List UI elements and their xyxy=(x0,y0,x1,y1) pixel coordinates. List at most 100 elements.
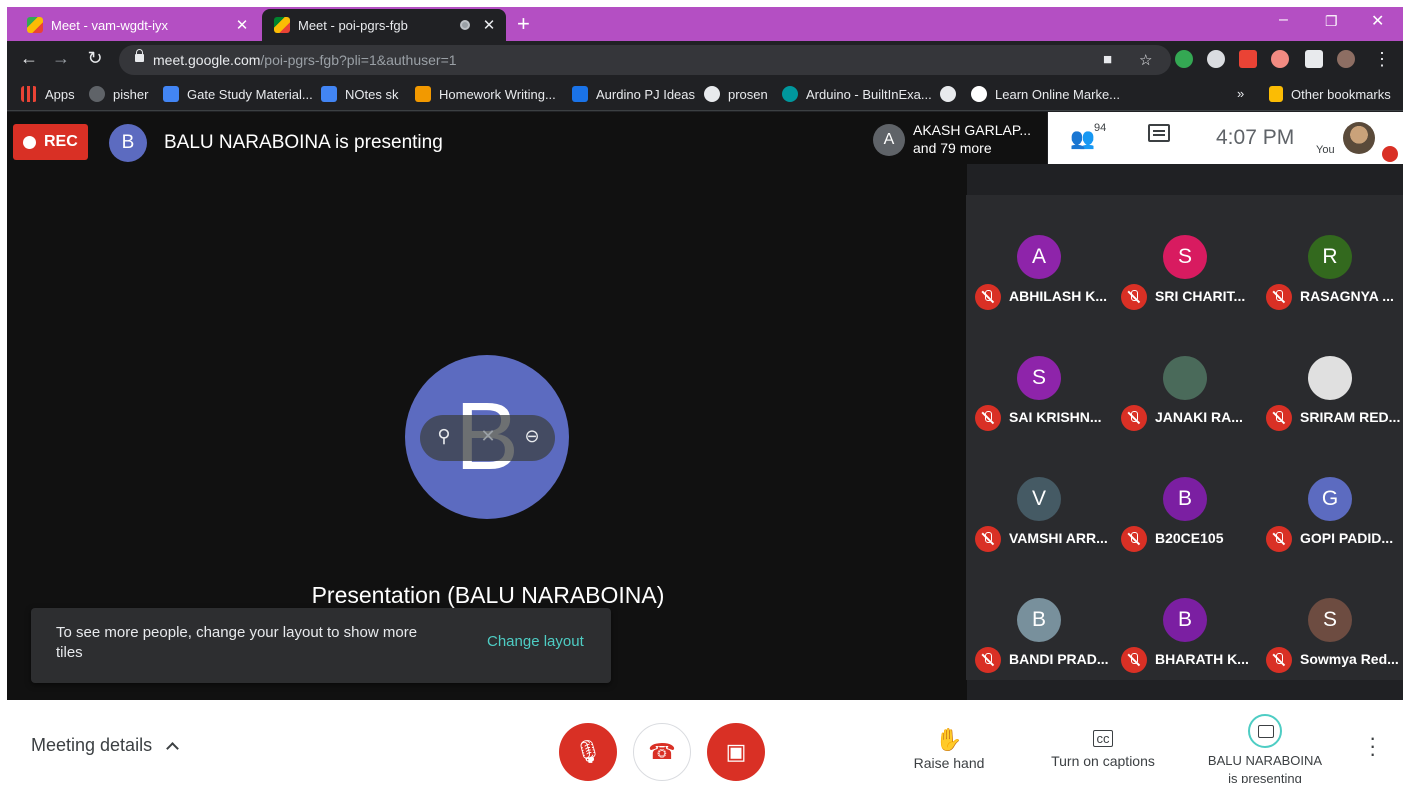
bookmark-prosen[interactable]: prosen xyxy=(704,86,768,102)
homework-icon xyxy=(415,86,431,102)
meeting-details-button[interactable]: Meeting details xyxy=(31,735,179,756)
bookmark-apps[interactable]: Apps xyxy=(21,86,75,102)
address-bar[interactable]: meet.google.com/poi-pgrs-fgb?pli=1&authu… xyxy=(119,45,1171,75)
remove-icon[interactable]: ⊖ xyxy=(520,426,544,447)
window-close-button[interactable]: ✕ xyxy=(1371,11,1384,31)
mute-speaker-icon[interactable]: ✕ xyxy=(476,426,500,447)
bookmark-globe[interactable] xyxy=(940,86,964,102)
bookmark-aurdino[interactable]: Aurdino PJ Ideas xyxy=(572,86,695,102)
e-icon xyxy=(572,86,588,102)
participant-avatar: S xyxy=(1163,235,1207,279)
captions-icon: cc xyxy=(1093,730,1113,747)
extensions-puzzle-icon[interactable] xyxy=(1305,50,1323,68)
restore-button[interactable]: ❐ xyxy=(1325,13,1338,30)
captions-button[interactable]: cc Turn on captions xyxy=(1047,730,1159,769)
pin-icon[interactable]: ⚲ xyxy=(432,426,456,447)
layout-toast: To see more people, change your layout t… xyxy=(31,608,611,683)
participant-tile[interactable]: JANAKI RA... xyxy=(1112,316,1257,437)
globe-icon xyxy=(704,86,720,102)
more-options-icon[interactable]: · · · xyxy=(1369,727,1376,765)
participant-avatar: A xyxy=(1017,235,1061,279)
mic-muted-icon xyxy=(975,405,1001,431)
participant-avatar: R xyxy=(1308,235,1352,279)
participant-avatar: S xyxy=(1308,598,1352,642)
tab-close-icon[interactable]: ✕ xyxy=(231,16,253,34)
forward-arrow-icon[interactable]: → xyxy=(49,48,73,69)
participant-name: GOPI PADID... xyxy=(1300,530,1394,546)
bookmarks-bar: Apps pisher Gate Study Material... NOtes… xyxy=(7,79,1403,111)
bookmark-label: Gate Study Material... xyxy=(187,86,313,102)
hand-icon: ✋ xyxy=(935,727,963,752)
profile-avatar[interactable] xyxy=(1337,50,1355,68)
bookmark-notes-sk[interactable]: NOtes sk xyxy=(321,86,398,102)
bookmark-arduino[interactable]: Arduino - BuiltInExa... xyxy=(782,86,932,102)
participant-tile[interactable]: G GOPI PADID... xyxy=(1257,437,1402,558)
other-bookmarks[interactable]: Other bookmarks xyxy=(1269,86,1391,102)
participant-tile[interactable]: B BANDI PRAD... xyxy=(966,558,1111,679)
participant-tile[interactable]: SRIRAM RED... xyxy=(1257,316,1402,437)
bookmark-label: pisher xyxy=(113,86,149,102)
bookmark-learn-online[interactable]: Learn Online Marke... xyxy=(971,86,1120,102)
tab-meet-vam[interactable]: Meet - vam-wgdt-iyx ✕ xyxy=(15,9,259,41)
extension-circle-icon[interactable] xyxy=(1207,50,1225,68)
tab-close-icon[interactable]: ✕ xyxy=(478,16,500,34)
browser-toolbar: ← → ↻ meet.google.com/poi-pgrs-fgb?pli=1… xyxy=(7,41,1403,79)
camera-off-icon: ▣ xyxy=(725,739,747,764)
present-screen-icon xyxy=(1248,714,1282,748)
extension-grammarly-icon[interactable] xyxy=(1175,50,1193,68)
active-speaker-chip[interactable]: A AKASH GARLAP... and 79 more xyxy=(867,112,1047,164)
browser-menu-icon[interactable]: ⋮ xyxy=(1373,49,1391,70)
bookmark-label: NOtes sk xyxy=(345,86,399,102)
presenting-title: BALU NARABOINA is presenting xyxy=(164,132,443,153)
self-muted-icon xyxy=(1382,146,1398,162)
raise-hand-button[interactable]: ✋ Raise hand xyxy=(909,727,989,771)
you-label: You xyxy=(1316,144,1335,156)
participant-name: SRI CHARIT... xyxy=(1155,288,1246,304)
participant-tile[interactable]: R RASAGNYA ... xyxy=(1257,195,1402,316)
reload-icon[interactable]: ↻ xyxy=(83,48,107,69)
participant-tile[interactable]: B BHARATH K... xyxy=(1112,558,1257,679)
self-avatar[interactable] xyxy=(1343,122,1375,154)
presenter-avatar: B xyxy=(109,124,147,162)
participant-avatar: V xyxy=(1017,477,1061,521)
participant-tile[interactable]: B B20CE105 xyxy=(1112,437,1257,558)
bookmark-homework[interactable]: Homework Writing... xyxy=(415,86,556,102)
tab-strip: Meet - vam-wgdt-iyx ✕ Meet - poi-pgrs-fg… xyxy=(7,7,1403,41)
url-text: meet.google.com/poi-pgrs-fgb?pli=1&authu… xyxy=(153,52,457,68)
microphone-toggle-button[interactable]: 🎙 xyxy=(559,723,617,781)
camera-icon[interactable]: ■ xyxy=(1103,51,1112,68)
people-icon[interactable]: 👥 xyxy=(1070,126,1095,151)
bookmark-label: Learn Online Marke... xyxy=(995,86,1121,102)
participant-tile[interactable]: S SAI KRISHN... xyxy=(966,316,1111,437)
extension-eyes-icon[interactable] xyxy=(1271,50,1289,68)
participant-name: JANAKI RA... xyxy=(1155,409,1243,425)
leave-call-button[interactable]: ☎ xyxy=(633,723,691,781)
presentation-label: Presentation (BALU NARABOINA) xyxy=(311,582,665,608)
participant-tile[interactable]: S Sowmya Red... xyxy=(1257,558,1402,679)
bookmarks-overflow-icon[interactable]: » xyxy=(1237,86,1244,101)
bookmark-gate-study[interactable]: Gate Study Material... xyxy=(163,86,313,102)
participant-tile[interactable]: V VAMSHI ARR... xyxy=(966,437,1111,558)
participant-name: B20CE105 xyxy=(1155,530,1224,546)
new-tab-button[interactable]: + xyxy=(517,11,530,37)
tab-meet-poi[interactable]: Meet - poi-pgrs-fgb ✕ xyxy=(262,9,506,41)
speaker-avatar: A xyxy=(873,124,905,156)
participant-tile[interactable]: S SRI CHARIT... xyxy=(1112,195,1257,316)
github-icon xyxy=(89,86,105,102)
meet-main: REC B BALU NARABOINA is presenting B ⚲ ✕… xyxy=(7,112,1403,700)
participant-tile[interactable]: A ABHILASH K... xyxy=(966,195,1111,316)
browser-window: Meet - vam-wgdt-iyx ✕ Meet - poi-pgrs-fg… xyxy=(7,7,1403,783)
back-arrow-icon[interactable]: ← xyxy=(17,48,41,69)
participant-name: BANDI PRAD... xyxy=(1009,651,1109,667)
meeting-info-bar: 👥 94 4:07 PM You xyxy=(1048,112,1403,164)
minimize-button[interactable]: – xyxy=(1279,11,1288,29)
camera-toggle-button[interactable]: ▣ xyxy=(707,723,765,781)
star-bookmark-icon[interactable]: ☆ xyxy=(1139,51,1152,69)
change-layout-button[interactable]: Change layout xyxy=(487,633,584,650)
present-now-button[interactable]: BALU NARABOINA is presenting xyxy=(1203,714,1327,783)
chat-icon[interactable] xyxy=(1148,124,1170,142)
presentation-stage: REC B BALU NARABOINA is presenting B ⚲ ✕… xyxy=(7,112,967,700)
bookmark-label: Aurdino PJ Ideas xyxy=(596,86,696,102)
bookmark-pisher[interactable]: pisher xyxy=(89,86,148,102)
extension-pdf-icon[interactable] xyxy=(1239,50,1257,68)
